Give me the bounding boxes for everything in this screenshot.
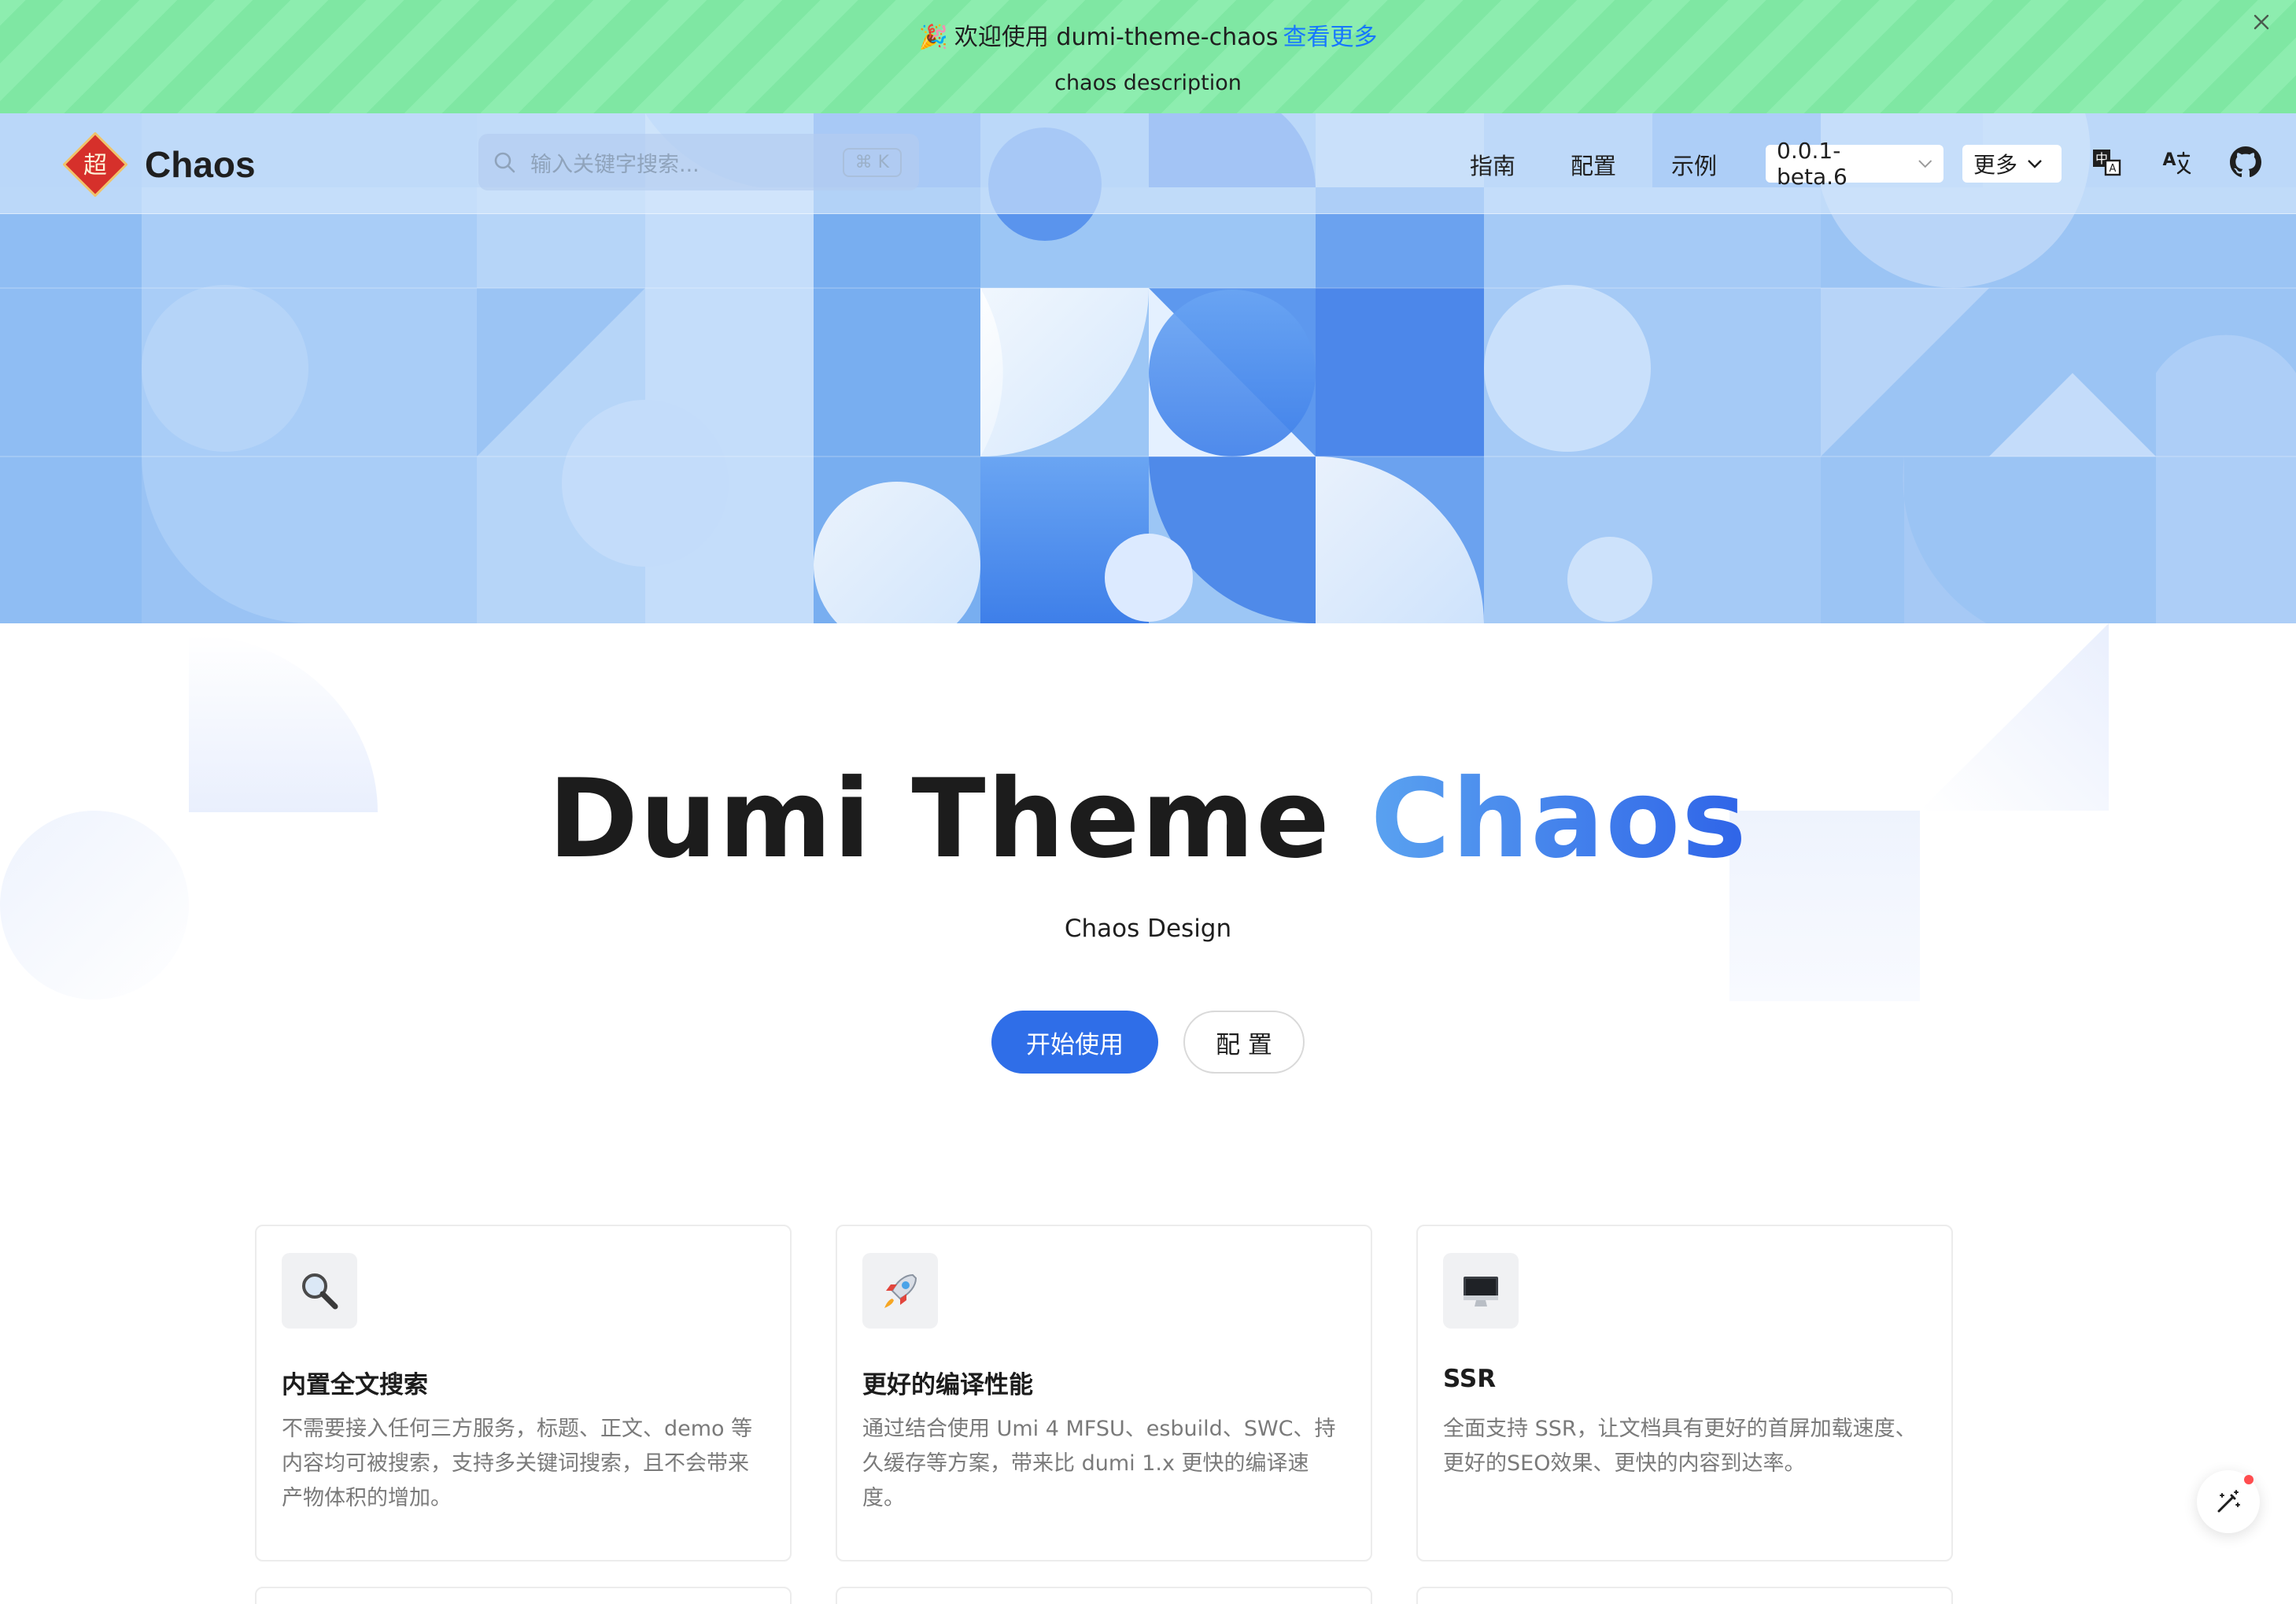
nav-guide[interactable]: 指南: [1470, 148, 1515, 181]
search-shortcut-hint: ⌘ K: [842, 147, 902, 177]
announcement-more-link[interactable]: 查看更多: [1283, 24, 1377, 51]
get-started-button[interactable]: 开始使用: [991, 1011, 1158, 1074]
svg-text:A: A: [2162, 150, 2176, 170]
feature-title: 更好的编译性能: [862, 1371, 1033, 1399]
version-select[interactable]: 0.0.1-beta.6: [1766, 138, 1943, 190]
nav-examples[interactable]: 示例: [1671, 148, 1717, 181]
brand-name: Chaos: [145, 144, 256, 185]
feature-card-partial: [255, 1587, 792, 1604]
feature-description: 全面支持 SSR，让文档具有更好的首屏加载速度、更好的SEO效果、更快的内容到达…: [1443, 1417, 1917, 1476]
version-select-value: 0.0.1-beta.6: [1777, 138, 1848, 190]
more-select[interactable]: 更多: [1962, 145, 2062, 183]
search-placeholder: 输入关键字搜索...: [530, 152, 700, 177]
notification-dot: [2244, 1475, 2254, 1484]
announcement-message: 🎉 欢迎使用 dumi-theme-chaos 查看更多: [0, 17, 2296, 52]
announcement-text: 欢迎使用 dumi-theme-chaos: [954, 24, 1279, 51]
search-input[interactable]: 输入关键字搜索... ⌘ K: [478, 134, 919, 190]
feature-card-partial: [1416, 1587, 1953, 1604]
announcement-bar: 🎉 欢迎使用 dumi-theme-chaos 查看更多 chaos descrip…: [0, 0, 2296, 113]
nav-config[interactable]: 配置: [1571, 148, 1616, 181]
more-select-value: 更多: [1973, 152, 2018, 178]
hero-title-accent: Chaos: [1370, 756, 1748, 882]
floating-assistant-button[interactable]: [2197, 1470, 2260, 1533]
close-icon[interactable]: [2250, 11, 2272, 33]
hero-title-main: Dumi Theme: [548, 756, 1331, 882]
announcement-description: chaos description: [1054, 71, 1242, 95]
feature-title: SSR: [1443, 1365, 1497, 1393]
svg-text:超: 超: [83, 152, 107, 179]
feature-description: 通过结合使用 Umi 4 MFSU、esbuild、SWC、持久缓存等方案，带来…: [862, 1417, 1336, 1510]
desktop-computer-icon: [1443, 1253, 1519, 1329]
feature-title: 内置全文搜索: [282, 1371, 428, 1399]
magnifier-icon: [282, 1253, 357, 1329]
svg-text:A: A: [2110, 163, 2117, 175]
site-header: 超 Chaos 输入关键字搜索... ⌘ K 指南 配置 示例 0.0.1-be…: [0, 113, 2296, 214]
feature-card-performance: 更好的编译性能 通过结合使用 Umi 4 MFSU、esbuild、SWC、持久…: [836, 1225, 1372, 1561]
chaos-logo-icon: 超: [63, 132, 127, 197]
feature-card-search: 内置全文搜索 不需要接入任何三方服务，标题、正文、demo 等内容均可被搜索，支…: [255, 1225, 792, 1561]
feature-card-partial: [836, 1587, 1372, 1604]
feature-description: 不需要接入任何三方服务，标题、正文、demo 等内容均可被搜索，支持多关键词搜索…: [282, 1417, 753, 1510]
github-icon[interactable]: [2230, 146, 2261, 178]
feature-card-ssr: SSR 全面支持 SSR，让文档具有更好的首屏加载速度、更好的SEO效果、更快的…: [1416, 1225, 1953, 1561]
logo-home-link[interactable]: 超 Chaos: [63, 132, 256, 197]
magic-wand-icon: [2217, 1490, 2240, 1513]
chevron-down-icon: [2028, 160, 2042, 168]
hero-subtitle: Chaos Design: [1064, 915, 1232, 943]
party-popper-icon: 🎉: [918, 24, 948, 51]
config-button[interactable]: 配 置: [1183, 1011, 1305, 1074]
hero-title: Dumi Theme Chaos: [0, 756, 2296, 882]
chevron-down-icon: [1918, 160, 1932, 168]
search-icon: [494, 152, 515, 173]
rocket-icon: [862, 1253, 938, 1329]
language-switch-icon[interactable]: 中 A: [2091, 146, 2123, 178]
translate-icon[interactable]: A: [2161, 146, 2192, 178]
